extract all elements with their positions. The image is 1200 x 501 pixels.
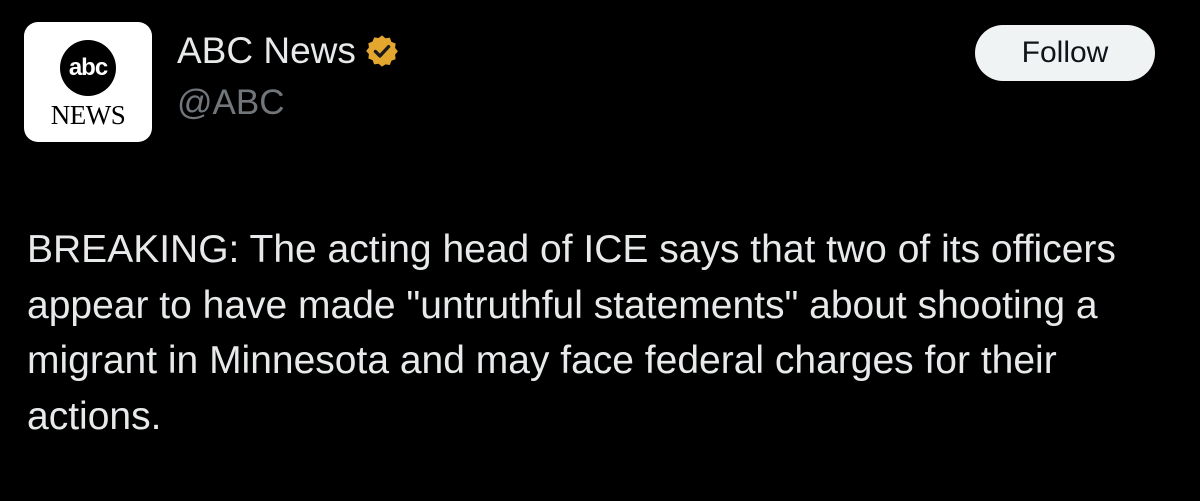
account-handle[interactable]: @ABC xyxy=(177,80,400,126)
avatar[interactable]: abc NEWS xyxy=(24,22,152,142)
post-header: ABC News @ABC xyxy=(177,28,400,126)
display-name[interactable]: ABC News xyxy=(177,28,356,74)
news-logo-text: NEWS xyxy=(50,100,126,130)
post-text: BREAKING: The acting head of ICE says th… xyxy=(27,228,1116,438)
abc-logo: abc xyxy=(60,40,116,96)
verified-badge-icon xyxy=(364,33,400,69)
follow-button[interactable]: Follow xyxy=(975,25,1155,81)
post-card: abc NEWS ABC News @ABC Follow BREAKING: … xyxy=(0,0,1200,501)
name-row: ABC News xyxy=(177,28,400,74)
